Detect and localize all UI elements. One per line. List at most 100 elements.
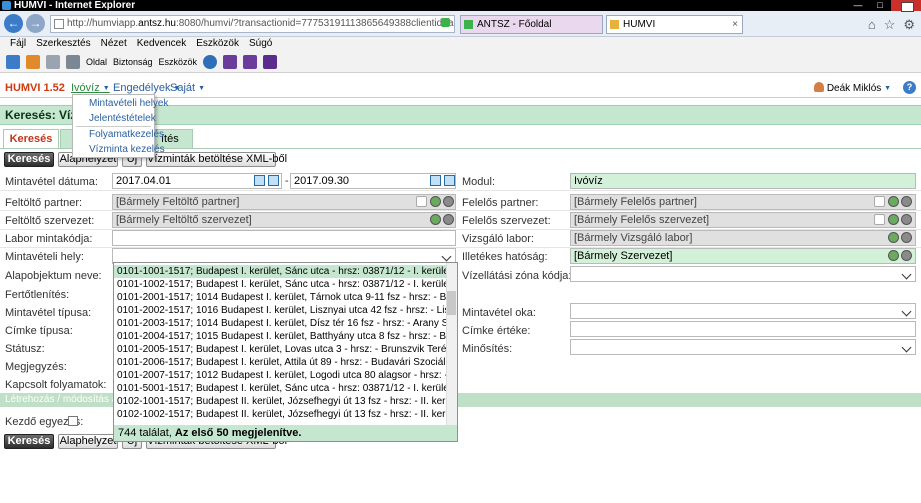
nav-ivoviz[interactable]: Ivóvíz ▼ (71, 82, 110, 94)
list-item[interactable]: 0101-2004-1517; 1015 Budapest I. kerület… (114, 330, 447, 343)
command-tools[interactable]: Eszközök (159, 57, 198, 67)
clear-icon[interactable] (901, 196, 912, 207)
forward-icon[interactable]: → (26, 14, 45, 33)
search-icon[interactable] (888, 214, 899, 225)
calendar-icon[interactable] (444, 175, 455, 186)
kereses-button[interactable]: Keresés (4, 152, 54, 167)
list-item[interactable]: 0101-2007-1517; 1012 Budapest I. kerület… (114, 369, 447, 382)
kereses-bottom-button[interactable]: Keresés (4, 434, 54, 449)
mail-icon[interactable] (46, 54, 60, 69)
checkbox-icon[interactable] (874, 196, 885, 207)
list-item[interactable]: 0101-2002-1517; 1016 Budapest I. kerület… (114, 304, 447, 317)
favorites-star-icon[interactable]: ☆ (884, 17, 896, 33)
maximize-icon[interactable]: □ (869, 0, 891, 11)
labor-mintakod-field[interactable] (112, 230, 456, 246)
alaphelyzet-bottom-button[interactable]: Alaphelyzet (58, 434, 118, 449)
address-bar[interactable]: http://humviapp.antsz.hu:8080/humvi/?tra… (50, 15, 455, 33)
checkbox-icon[interactable] (416, 196, 427, 207)
clear-icon[interactable] (901, 250, 912, 261)
feeds-icon[interactable] (26, 54, 40, 69)
kezdo-egyezes-checkbox[interactable] (68, 416, 78, 426)
clear-icon[interactable] (443, 196, 454, 207)
vizellatasi-zona-select[interactable] (570, 266, 916, 282)
feltolto-partner-field[interactable]: [Bármely Feltöltő partner] (112, 194, 456, 210)
command-security[interactable]: Biztonság (113, 57, 153, 67)
calendar-icon[interactable] (268, 175, 279, 186)
search-icon[interactable] (888, 196, 899, 207)
minosites-select[interactable] (570, 339, 916, 355)
vizsgalo-labor-field[interactable]: [Bármely Vizsgáló labor] (570, 230, 916, 246)
menu-item-folyamatkezeles[interactable]: Folyamatkezelés (89, 129, 164, 140)
chevron-down-icon: ▼ (884, 85, 891, 92)
felelos-szervezet-field[interactable]: [Bármely Felelős szervezet] (570, 212, 916, 228)
onenote-icon[interactable] (223, 54, 238, 69)
list-item[interactable]: 0102-1002-1517; Budapest II. kerület, Jó… (114, 408, 447, 421)
browser-nav-bar: ← → http://humviapp.antsz.hu:8080/humvi/… (0, 11, 921, 37)
onenote-linked-icon[interactable] (243, 54, 258, 69)
list-item[interactable]: 0102-1001-1517; Budapest II. kerület, Jó… (114, 395, 447, 408)
browser-tab-antsz[interactable]: ANTSZ - Főoldal (460, 15, 603, 34)
menu-edit[interactable]: Szerkesztés (36, 37, 90, 51)
search-icon[interactable] (888, 250, 899, 261)
minimize-icon[interactable]: — (847, 0, 869, 11)
modul-field[interactable]: Ivóvíz (570, 173, 916, 189)
mintaveteli-hely-dropdown-list[interactable]: 0101-1001-1517; Budapest I. kerület, Sán… (113, 262, 458, 442)
clear-icon[interactable] (901, 232, 912, 243)
back-icon[interactable]: ← (4, 14, 23, 33)
cimke-erteke-field[interactable] (570, 321, 916, 337)
search-icon[interactable] (430, 214, 441, 225)
calendar-icon[interactable] (254, 175, 265, 186)
list-scrollbar[interactable] (446, 263, 457, 428)
nav-sajat[interactable]: Saját ▼ (170, 82, 205, 94)
menu-item-vizminta-kezeles[interactable]: Vízminta kezelés (89, 144, 165, 155)
home-small-icon[interactable] (6, 54, 20, 69)
search-icon[interactable] (888, 232, 899, 243)
menu-view[interactable]: Nézet (101, 37, 127, 51)
list-item[interactable]: 0101-2001-1517; 1014 Budapest I. kerület… (114, 291, 447, 304)
search-icon[interactable] (430, 196, 441, 207)
tab-kereses[interactable]: Keresés (3, 129, 59, 149)
list-item[interactable]: 0101-2005-1517; Budapest I. kerület, Lov… (114, 343, 447, 356)
vizsgalo-labor-label: Vizsgáló labor: (462, 233, 534, 245)
browser-command-bar: Oldal Biztonság Eszközök (0, 51, 921, 73)
collapse-icon[interactable] (901, 2, 914, 12)
list-item[interactable]: 0101-5001-1517; Budapest I. kerület, Sán… (114, 382, 447, 395)
xml-import-button[interactable]: Vízminták betöltése XML-ből (146, 152, 287, 167)
menu-help[interactable]: Súgó (249, 37, 272, 51)
calendar-icon[interactable] (430, 175, 441, 186)
settings-gear-icon[interactable]: ⚙ (903, 17, 915, 33)
ie-logo-icon (2, 1, 11, 10)
clear-icon[interactable] (443, 214, 454, 225)
list-item[interactable]: 0101-1002-1517; Budapest I. kerület, Sán… (114, 278, 447, 291)
scrollbar-thumb[interactable] (447, 291, 456, 315)
help-icon[interactable]: ? (903, 81, 916, 94)
menu-tools[interactable]: Eszközök (196, 37, 239, 51)
alapobjektum-label: Alapobjektum neve: (5, 270, 102, 282)
close-tab-icon[interactable]: × (732, 16, 738, 33)
list-item[interactable]: 0101-2003-1517; 1014 Budapest I. kerület… (114, 317, 447, 330)
browser-tab-humvi[interactable]: HUMVI × (606, 15, 743, 34)
user-menu[interactable]: Deák Miklós ▼ (813, 82, 891, 94)
clear-icon[interactable] (901, 214, 912, 225)
list-item[interactable]: 0101-1001-1517; Budapest I. kerület, Sán… (114, 265, 447, 278)
onenote-send-icon[interactable] (263, 54, 278, 69)
compat-view-icon[interactable] (441, 18, 450, 27)
illetekes-hatosag-field[interactable]: [Bármely Szervezet] (570, 248, 916, 264)
menu-item-mintaveteli-helyek[interactable]: Mintavételi helyek (89, 98, 168, 109)
cimke-tipusa-label: Címke típusa: (5, 325, 73, 337)
mintavetel-oka-select[interactable] (570, 303, 916, 319)
browser-toolbar-icons: ⌂ ☆ ⚙ (868, 17, 915, 33)
vizellatasi-zona-label: Vízellátási zóna kódja: (462, 270, 572, 282)
menu-item-jelentestetelek[interactable]: Jelentéstételek (89, 113, 156, 124)
home-icon[interactable]: ⌂ (868, 17, 876, 33)
menu-file[interactable]: Fájl (10, 37, 26, 51)
checkbox-icon[interactable] (874, 214, 885, 225)
command-page[interactable]: Oldal (86, 57, 107, 67)
print-icon[interactable] (66, 54, 80, 69)
felelos-partner-field[interactable]: [Bármely Felelős partner] (570, 194, 916, 210)
feltolto-szervezet-field[interactable]: [Bármely Feltöltő szervezet] (112, 212, 456, 228)
mintavetel-oka-label: Mintavétel oka: (462, 307, 536, 319)
menu-favorites[interactable]: Kedvencek (137, 37, 186, 51)
list-item[interactable]: 0101-2006-1517; Budapest I. kerület, Att… (114, 356, 447, 369)
help-small-icon[interactable] (203, 54, 218, 69)
